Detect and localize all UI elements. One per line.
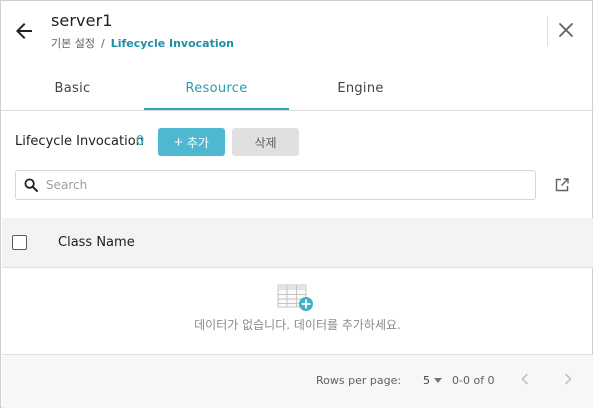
- rows-per-page-label: Rows per page:: [316, 374, 402, 387]
- rows-per-page-select[interactable]: 5: [423, 372, 442, 388]
- chevron-left-icon[interactable]: [518, 372, 532, 386]
- empty-state-message: 데이터가 없습니다. 데이터를 추가하세요.: [194, 318, 401, 332]
- breadcrumb-separator: /: [100, 37, 105, 50]
- add-button-label: 추가: [186, 135, 209, 150]
- tab-bar: Basic Resource Engine: [1, 73, 594, 111]
- open-in-new-icon[interactable]: [554, 177, 570, 193]
- page-title: server1: [51, 11, 113, 30]
- item-count: 0: [136, 134, 145, 149]
- pagination-range: 0-0 of 0: [452, 374, 495, 387]
- tab-engine[interactable]: Engine: [289, 73, 432, 110]
- breadcrumb-current: Lifecycle Invocation: [110, 37, 235, 50]
- plus-icon: +: [174, 133, 183, 151]
- select-all-checkbox[interactable]: [12, 235, 27, 250]
- search-box: [15, 170, 536, 200]
- close-icon[interactable]: [556, 20, 576, 40]
- caret-down-icon: [434, 377, 442, 383]
- search-input[interactable]: [46, 171, 526, 199]
- delete-button[interactable]: 삭제: [232, 128, 299, 156]
- header-divider: [547, 16, 548, 46]
- chevron-right-icon[interactable]: [561, 372, 575, 386]
- add-button[interactable]: + 추가: [158, 128, 225, 156]
- tab-basic[interactable]: Basic: [1, 73, 144, 110]
- arrow-left-icon[interactable]: [12, 19, 36, 43]
- empty-table-icon: [277, 284, 313, 311]
- breadcrumb-parent[interactable]: 기본 설정: [51, 37, 95, 50]
- breadcrumb: 기본 설정 / Lifecycle Invocation: [51, 35, 234, 51]
- section-title: Lifecycle Invocation: [15, 134, 144, 149]
- tab-resource[interactable]: Resource: [144, 73, 289, 110]
- table-footer: [2, 354, 593, 408]
- dialog-panel: server1 기본 설정 / Lifecycle Invocation Basic…: [0, 0, 594, 408]
- column-header-class-name[interactable]: Class Name: [58, 235, 135, 250]
- rows-per-page-value: 5: [423, 373, 430, 387]
- delete-button-label: 삭제: [254, 135, 277, 150]
- active-tab-indicator: [144, 108, 289, 110]
- search-icon: [24, 178, 38, 192]
